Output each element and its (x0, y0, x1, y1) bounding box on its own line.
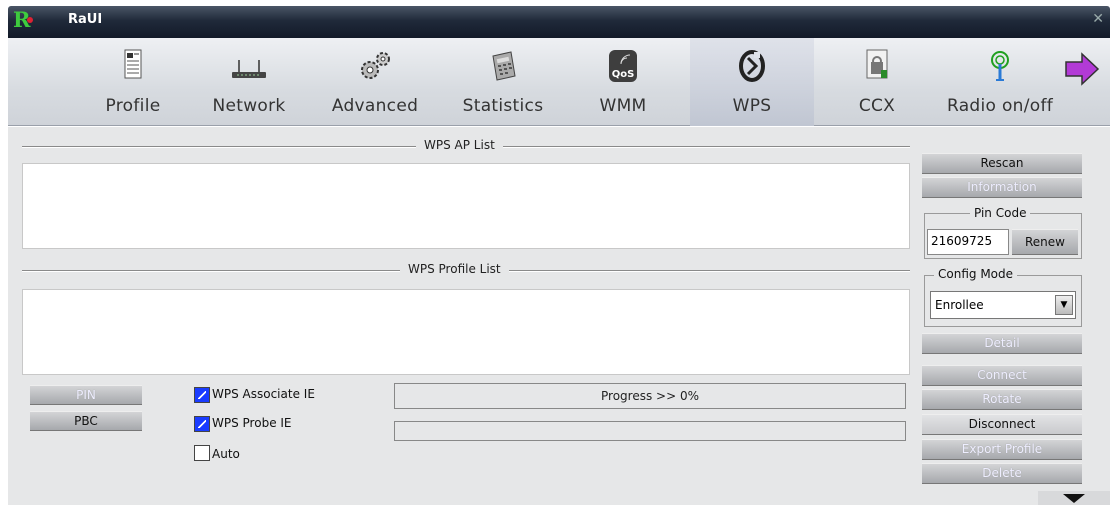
toolbar-wmm-label: WMM (599, 96, 647, 116)
arrow-right-icon[interactable] (1062, 52, 1102, 86)
progress-text-box: Progress >> 0% (394, 383, 906, 409)
toolbar: Profile Network Advanced Statistics QoS … (8, 38, 1110, 126)
export-profile-button[interactable]: Export Profile (922, 439, 1082, 460)
toolbar-ccx-label: CCX (858, 96, 896, 116)
connect-button[interactable]: Connect (922, 365, 1082, 386)
wps-icon (739, 50, 765, 82)
pin-button[interactable]: PIN (30, 385, 142, 405)
window-title: RaUI (68, 12, 103, 27)
radio-icon (991, 51, 1009, 81)
wps-associate-ie-label: WPS Associate IE (212, 387, 315, 401)
statistics-icon (492, 51, 516, 81)
wps-associate-ie-checkbox[interactable] (194, 387, 210, 403)
toolbar-radio-label: Radio on/off (946, 96, 1054, 116)
toolbar-advanced-label: Advanced (331, 96, 419, 116)
network-icon (232, 60, 266, 78)
pin-code-title: Pin Code (970, 206, 1031, 220)
information-button[interactable]: Information (922, 177, 1082, 198)
gears-icon (361, 52, 390, 79)
detail-button[interactable]: Detail (922, 333, 1082, 354)
wps-ap-list[interactable] (22, 163, 910, 249)
config-mode-select[interactable]: Enrollee ▼ (930, 291, 1076, 319)
rescan-button[interactable]: Rescan (922, 153, 1082, 174)
wps-panel: WPS AP List WPS Profile List PIN PBC WPS… (8, 127, 1110, 505)
app-logo-icon: R (13, 7, 35, 33)
qos-icon: QoS (609, 50, 637, 82)
toolbar-statistics-label: Statistics (462, 96, 544, 116)
ap-list-title: WPS AP List (416, 138, 503, 152)
title-bar: R RaUI ✕ (8, 6, 1110, 38)
renew-button[interactable]: Renew (1012, 229, 1078, 255)
wps-probe-ie-checkbox[interactable] (194, 416, 210, 432)
svg-text:QoS: QoS (612, 69, 635, 80)
toolbar-wps-button[interactable]: WPS (690, 38, 814, 126)
chevron-down-icon[interactable]: ▼ (1055, 295, 1073, 315)
toolbar-profile-label: Profile (105, 96, 161, 116)
toolbar-ccx-button[interactable]: CCX (822, 38, 932, 126)
toolbar-network-button[interactable]: Network (194, 38, 304, 126)
progress-bar (394, 421, 906, 441)
toolbar-statistics-button[interactable]: Statistics (448, 38, 558, 126)
pin-code-field[interactable]: 21609725 (927, 229, 1009, 255)
wps-profile-list[interactable] (22, 289, 910, 375)
toolbar-wps-label: WPS (732, 96, 772, 116)
pbc-button[interactable]: PBC (30, 411, 142, 431)
ccx-icon (866, 49, 888, 79)
auto-checkbox[interactable] (194, 445, 210, 461)
config-mode-value: Enrollee (935, 298, 984, 312)
scroll-down-icon[interactable] (1063, 494, 1085, 503)
close-icon[interactable]: ✕ (1092, 11, 1104, 27)
toolbar-advanced-button[interactable]: Advanced (320, 38, 430, 126)
auto-label: Auto (212, 447, 240, 461)
config-mode-title: Config Mode (934, 267, 1018, 281)
disconnect-button[interactable]: Disconnect (922, 414, 1082, 435)
toolbar-network-label: Network (212, 96, 286, 116)
toolbar-profile-button[interactable]: Profile (78, 38, 188, 126)
toolbar-radio-button[interactable]: Radio on/off (930, 38, 1070, 126)
profile-icon (124, 49, 142, 79)
profile-list-title: WPS Profile List (400, 262, 509, 276)
delete-button[interactable]: Delete (922, 463, 1082, 484)
rotate-button[interactable]: Rotate (922, 389, 1082, 410)
wps-probe-ie-label: WPS Probe IE (212, 416, 292, 430)
toolbar-wmm-button[interactable]: QoS WMM (568, 38, 678, 126)
